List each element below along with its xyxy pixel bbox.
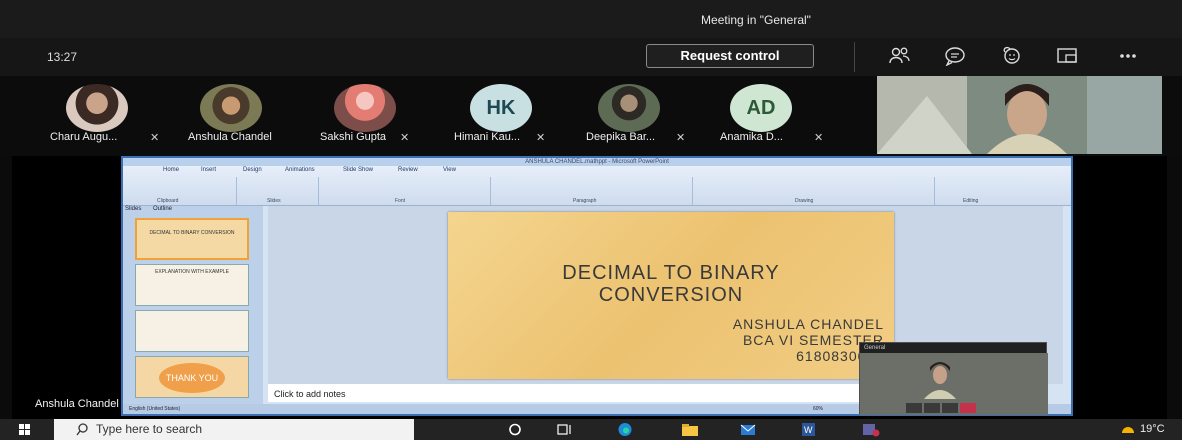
- file-explorer-icon[interactable]: [680, 421, 700, 438]
- taskbar: Type here to search W 19°C: [0, 419, 1182, 440]
- ribbon-group-clipboard: Clipboard: [127, 177, 237, 205]
- ribbon-tab-review[interactable]: Review: [398, 167, 418, 173]
- slide-thumbnail[interactable]: THANK YOU: [135, 356, 249, 398]
- slide-thumbnail[interactable]: [135, 310, 249, 352]
- weather-temperature: 19°C: [1140, 423, 1165, 435]
- search-icon: [76, 423, 88, 436]
- slide-title-line1: DECIMAL TO BINARY: [562, 262, 780, 284]
- participant-tile[interactable]: Anshula Chandel: [174, 76, 304, 156]
- ribbon-tab-view[interactable]: View: [443, 167, 456, 173]
- svg-text:W: W: [804, 425, 813, 435]
- participant-tile[interactable]: AD Anamika D... ✕: [712, 76, 842, 156]
- ribbon-group-font: Font: [321, 177, 491, 205]
- slide-thumbnail[interactable]: EXPLANATION WITH EXAMPLE: [135, 264, 249, 306]
- chat-icon[interactable]: [943, 46, 967, 67]
- ribbon-group-drawing: Drawing: [695, 177, 935, 205]
- avatar: HK: [470, 84, 532, 132]
- presenter-name-label: Anshula Chandel: [35, 398, 119, 410]
- powerpoint-titlebar: ANSHULA CHANDEL.mathppt - Microsoft Powe…: [123, 158, 1071, 166]
- ribbon-group-slides: Slides: [239, 177, 319, 205]
- slides-panel: Slides Outline DECIMAL TO BINARY CONVERS…: [123, 206, 263, 404]
- avatar: [334, 84, 396, 132]
- shared-screen: ANSHULA CHANDEL.mathppt - Microsoft Powe…: [12, 156, 1167, 419]
- mic-off-icon: ✕: [536, 132, 546, 144]
- share-icon[interactable]: [1055, 46, 1079, 66]
- avatar: [598, 84, 660, 132]
- current-slide[interactable]: DECIMAL TO BINARY CONVERSION ANSHULA CHA…: [448, 212, 894, 379]
- meeting-controls-bar: 13:27 Request control: [0, 38, 1182, 76]
- weather-icon[interactable]: [1118, 421, 1138, 438]
- windows-start-icon[interactable]: [10, 421, 40, 438]
- participant-tile[interactable]: HK Himani Kau... ✕: [444, 76, 574, 156]
- participant-tile[interactable]: Charu Augu... ✕: [44, 76, 174, 156]
- ribbon-tab-animations[interactable]: Animations: [285, 167, 315, 173]
- avatar: [200, 84, 262, 132]
- inset-call-window[interactable]: General: [859, 342, 1048, 415]
- ribbon-group-editing: Editing: [963, 198, 979, 204]
- participant-name: Deepika Bar...: [586, 131, 656, 143]
- teams-icon[interactable]: [860, 421, 880, 438]
- word-icon[interactable]: W: [798, 421, 818, 438]
- edge-icon[interactable]: [615, 421, 635, 438]
- ribbon-tab-insert[interactable]: Insert: [201, 167, 216, 173]
- participant-name: Anamika D...: [720, 131, 783, 143]
- meeting-timer: 13:27: [47, 50, 78, 64]
- taskbar-search-box[interactable]: Type here to search: [54, 419, 414, 440]
- participant-name: Charu Augu...: [50, 131, 118, 143]
- camera-icon[interactable]: [906, 403, 922, 413]
- avatar: AD: [730, 84, 792, 132]
- more-icon[interactable]: [1116, 46, 1140, 66]
- meeting-title: Meeting in "General": [701, 13, 811, 27]
- reactions-icon[interactable]: [1000, 46, 1024, 66]
- participant-tile[interactable]: Sakshi Gupta ✕: [310, 76, 440, 156]
- participant-name: Anshula Chandel: [188, 131, 272, 143]
- mic-icon[interactable]: [924, 403, 940, 413]
- ribbon-tab-home[interactable]: Home: [163, 167, 179, 173]
- request-control-button[interactable]: Request control: [646, 44, 814, 68]
- mic-off-icon: ✕: [400, 132, 410, 144]
- mic-off-icon: ✕: [150, 132, 160, 144]
- hang-up-icon[interactable]: [960, 403, 976, 413]
- window-titlebar: Meeting in "General": [0, 0, 1182, 38]
- slide-title-line2: CONVERSION: [598, 284, 744, 306]
- ribbon-group-paragraph: Paragraph: [493, 177, 693, 205]
- ribbon: Home Insert Design Animations Slide Show…: [123, 166, 1071, 206]
- search-placeholder: Type here to search: [96, 422, 203, 436]
- divider: [854, 42, 855, 72]
- share-icon[interactable]: [942, 403, 958, 413]
- inset-call-controls: [906, 400, 1006, 413]
- avatar: [66, 84, 128, 132]
- ribbon-tab-slideshow[interactable]: Slide Show: [343, 167, 373, 173]
- panel-tab-outline[interactable]: Outline: [153, 206, 172, 212]
- task-view-icon[interactable]: [555, 421, 575, 438]
- cortana-icon[interactable]: [505, 421, 525, 438]
- slide-author: ANSHULA CHANDEL: [732, 316, 884, 332]
- inset-call-label: General: [860, 343, 1046, 353]
- people-icon[interactable]: [888, 46, 912, 66]
- participant-name: Sakshi Gupta: [320, 131, 387, 143]
- self-video: [877, 76, 1162, 154]
- participant-tile[interactable]: Deepika Bar... ✕: [584, 76, 714, 156]
- panel-tab-slides[interactable]: Slides: [125, 206, 141, 212]
- mail-icon[interactable]: [738, 421, 758, 438]
- mic-off-icon: ✕: [676, 132, 686, 144]
- ribbon-tab-design[interactable]: Design: [243, 167, 262, 173]
- participant-name: Himani Kau...: [454, 131, 521, 143]
- slide-thumbnail[interactable]: DECIMAL TO BINARY CONVERSION: [135, 218, 249, 260]
- mic-off-icon: ✕: [814, 132, 824, 144]
